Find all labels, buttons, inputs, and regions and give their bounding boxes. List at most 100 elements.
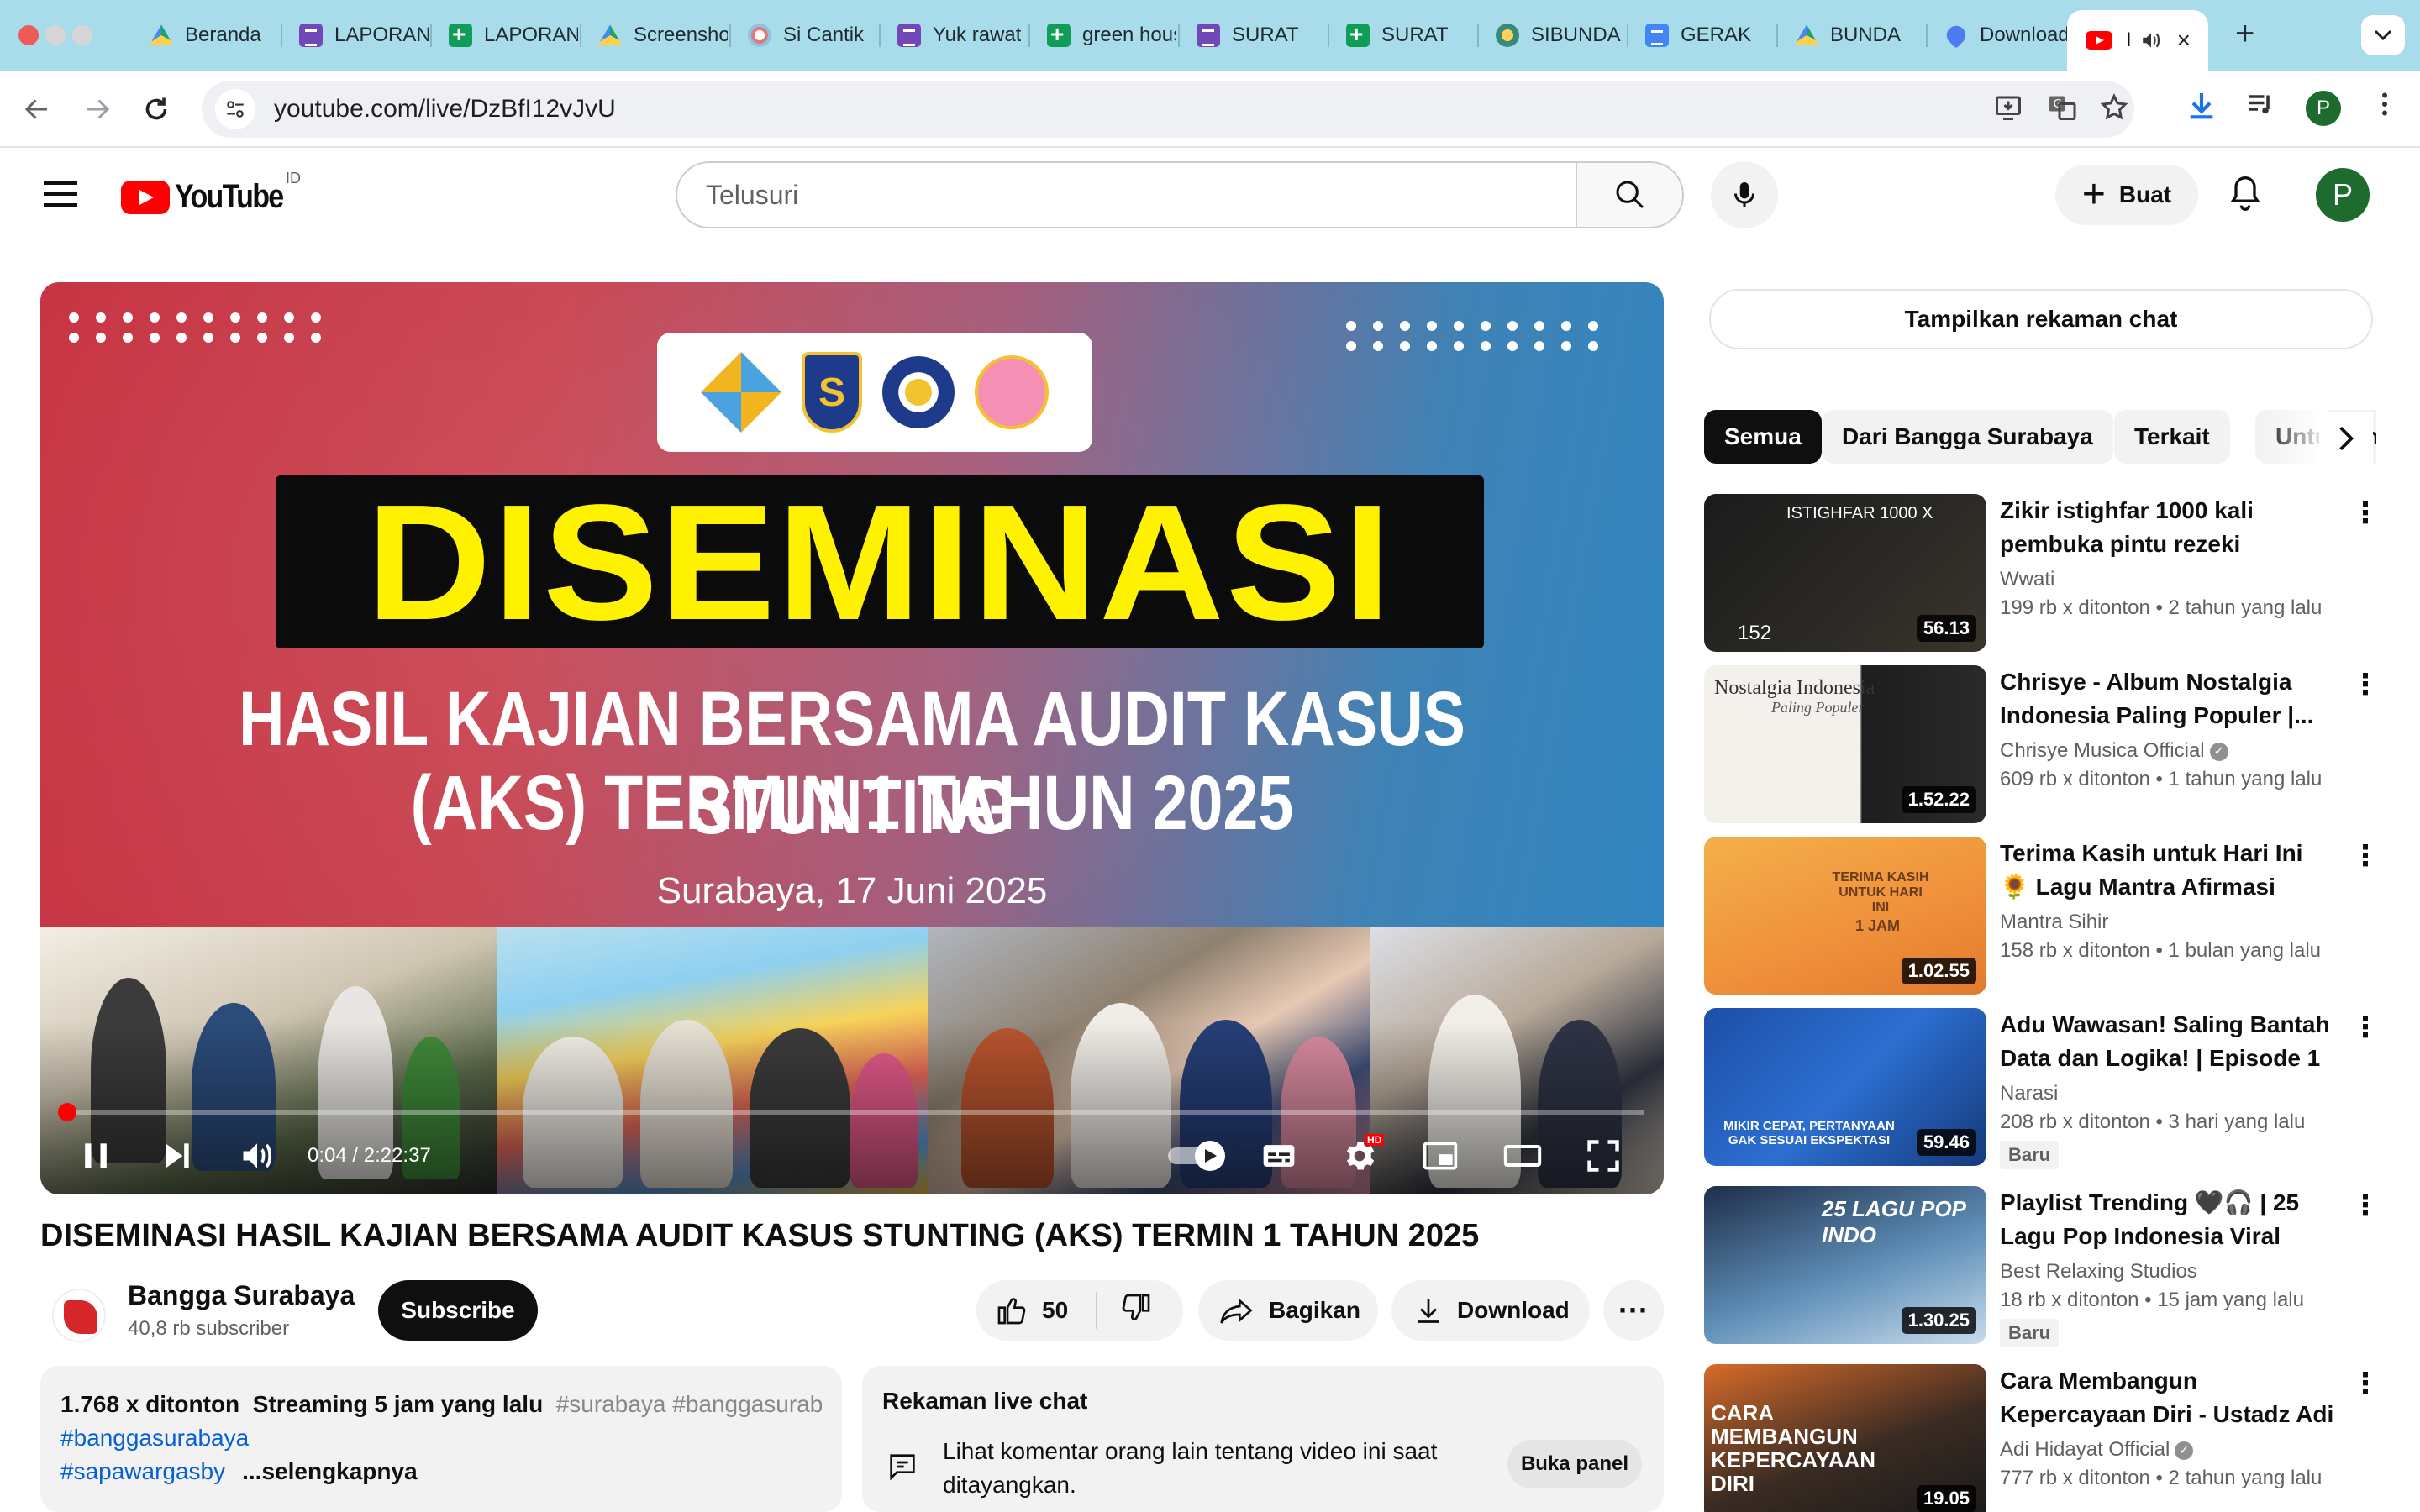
- recommendation-item[interactable]: CARA MEMBANGUN KEPERCAYAAN DIRI 19.05 Cara…: [1704, 1364, 2380, 1512]
- minimize-window-button[interactable]: [45, 25, 66, 45]
- video-thumbnail[interactable]: 25 LAGU POP INDO 1.30.25: [1704, 1186, 1986, 1344]
- hashtag-link[interactable]: #banggasurabaya: [60, 1425, 249, 1451]
- browser-profile-avatar[interactable]: P: [2306, 91, 2341, 126]
- chips-next-button[interactable]: [2319, 412, 2373, 465]
- recommendation-title[interactable]: Adu Wawasan! Saling Bantah Data dan Logi…: [2000, 1008, 2336, 1075]
- browser-tab[interactable]: SURAT: [1180, 15, 1329, 55]
- subtitles-button[interactable]: [1260, 1131, 1297, 1181]
- search-button[interactable]: [1576, 161, 1684, 228]
- bookmark-star-icon[interactable]: [2099, 92, 2129, 123]
- recommendation-title[interactable]: Chrisye - Album Nostalgia Indonesia Pali…: [2000, 665, 2336, 732]
- close-tab-icon[interactable]: ×: [2177, 27, 2191, 54]
- youtube-logo[interactable]: YouTube: [121, 178, 302, 216]
- recommendation-channel[interactable]: Narasi: [2000, 1082, 2058, 1105]
- recommendation-channel[interactable]: Best Relaxing Studios: [2000, 1260, 2197, 1283]
- recommendation-item[interactable]: 25 LAGU POP INDO 1.30.25 Playlist Trending…: [1704, 1186, 2380, 1347]
- browser-tab[interactable]: BUNDA: [1778, 15, 1928, 55]
- recommendation-channel[interactable]: Adi Hidayat Official: [2000, 1438, 2170, 1461]
- browser-menu-icon[interactable]: [2370, 89, 2400, 119]
- filter-chip[interactable]: Dari Bangga Surabaya: [1822, 410, 2113, 464]
- notifications-bell-icon[interactable]: [2227, 173, 2264, 213]
- pause-button[interactable]: [77, 1131, 114, 1181]
- tab-youtube-active[interactable]: I ×: [2067, 10, 2208, 71]
- recommendation-title[interactable]: Cara Membangun Kepercayaan Diri - Ustadz…: [2000, 1364, 2336, 1431]
- recommendation-channel[interactable]: Mantra Sihir: [2000, 911, 2108, 933]
- close-window-button[interactable]: [18, 25, 39, 45]
- more-actions-button[interactable]: ···: [1603, 1280, 1664, 1341]
- recommendation-title[interactable]: Playlist Trending 🖤🎧 | 25 Lagu Pop Indon…: [2000, 1186, 2336, 1253]
- forward-icon[interactable]: [82, 94, 113, 124]
- volume-button[interactable]: [239, 1131, 276, 1181]
- subscribe-button[interactable]: Subscribe: [378, 1280, 538, 1341]
- more-options-icon[interactable]: ⋮: [2351, 499, 2380, 528]
- download-button[interactable]: Download: [1392, 1280, 1590, 1341]
- next-video-button[interactable]: [158, 1131, 195, 1181]
- video-thumbnail[interactable]: CARA MEMBANGUN KEPERCAYAAN DIRI 19.05: [1704, 1364, 1986, 1512]
- browser-tab[interactable]: Screenshot: [581, 15, 731, 55]
- browser-tab[interactable]: green house: [1030, 15, 1180, 55]
- recommendation-title[interactable]: Zikir istighfar 1000 kali pembuka pintu …: [2000, 494, 2336, 561]
- inline-hashtags[interactable]: #surabaya #banggasurabaya: [556, 1391, 822, 1417]
- recommendation-item[interactable]: ISTIGHFAR 1000 X 152 56.13 Zikir istighfar …: [1704, 494, 2380, 652]
- settings-button[interactable]: HD: [1341, 1131, 1385, 1181]
- guide-menu-icon[interactable]: [44, 181, 77, 207]
- miniplayer-button[interactable]: [1422, 1131, 1459, 1181]
- create-button[interactable]: + Buat: [2055, 165, 2198, 225]
- browser-tab[interactable]: Si Cantik: [731, 15, 881, 55]
- recommendation-item[interactable]: TERIMA KASIH UNTUK HARI INI 1 JAM 1.02.55 T…: [1704, 837, 2380, 995]
- browser-tab[interactable]: SIBUNDA: [1479, 15, 1628, 55]
- browser-tab[interactable]: Beranda: [133, 15, 282, 55]
- recommendation-item[interactable]: MIKIR CEPAT, PERTANYAAN GAK SESUAI EKSPE…: [1704, 1008, 2380, 1169]
- more-options-icon[interactable]: ⋮: [2351, 1369, 2380, 1398]
- recommendation-title[interactable]: Terima Kasih untuk Hari Ini 🌻 Lagu Mantr…: [2000, 837, 2336, 904]
- more-options-icon[interactable]: ⋮: [2351, 1191, 2380, 1220]
- theater-mode-button[interactable]: [1502, 1131, 1543, 1181]
- description-box[interactable]: 1.768 x ditonton Streaming 5 jam yang la…: [40, 1366, 842, 1512]
- install-app-icon[interactable]: [1993, 92, 2023, 123]
- voice-search-button[interactable]: [1711, 161, 1778, 228]
- video-player[interactable]: S DISEMINASI HASIL KAJIAN BERSAMA AUDIT …: [40, 282, 1664, 1194]
- more-options-icon[interactable]: ⋮: [2351, 670, 2380, 699]
- address-bar[interactable]: youtube.com/live/DzBfI12vJvU G: [202, 81, 2134, 138]
- channel-avatar[interactable]: [52, 1289, 106, 1342]
- browser-tab[interactable]: SURAT: [1329, 15, 1479, 55]
- speaker-icon[interactable]: [2140, 29, 2162, 51]
- back-icon[interactable]: [22, 94, 52, 124]
- share-button[interactable]: Bagikan: [1198, 1280, 1378, 1341]
- site-info-icon[interactable]: [215, 89, 255, 129]
- autoplay-toggle[interactable]: [1166, 1131, 1227, 1181]
- maximize-window-button[interactable]: [72, 25, 92, 45]
- browser-tab[interactable]: LAPORAN: [282, 15, 432, 55]
- recommendation-item[interactable]: Nostalgia Indonesia Paling Populer 1.52.22…: [1704, 665, 2380, 823]
- dislike-button[interactable]: [1097, 1291, 1153, 1331]
- video-thumbnail[interactable]: MIKIR CEPAT, PERTANYAAN GAK SESUAI EKSPE…: [1704, 1008, 1986, 1166]
- browser-tab[interactable]: Download: [1928, 15, 2077, 55]
- reload-icon[interactable]: [141, 94, 171, 124]
- hashtag-link[interactable]: #sapawargasby: [60, 1458, 225, 1484]
- search-input[interactable]: Telusuri: [676, 161, 1578, 228]
- filter-chip[interactable]: Terkait: [2114, 410, 2230, 464]
- channel-name[interactable]: Bangga Surabaya: [128, 1280, 355, 1311]
- downloads-icon[interactable]: [2185, 89, 2218, 123]
- media-control-icon[interactable]: [2245, 89, 2275, 119]
- like-button[interactable]: 50: [976, 1294, 1096, 1327]
- translate-icon[interactable]: G: [2047, 92, 2077, 123]
- recommendation-channel[interactable]: Chrisye Musica Official: [2000, 739, 2205, 762]
- video-thumbnail[interactable]: Nostalgia Indonesia Paling Populer 1.52.22: [1704, 665, 1986, 823]
- progress-bar[interactable]: [57, 1103, 1644, 1121]
- browser-tab[interactable]: Yuk rawat: [881, 15, 1030, 55]
- show-chat-replay-button[interactable]: Tampilkan rekaman chat: [1709, 289, 2373, 349]
- progress-scrubber[interactable]: [57, 1103, 76, 1121]
- more-options-icon[interactable]: ⋮: [2351, 1013, 2380, 1042]
- filter-chip[interactable]: Semua: [1704, 410, 1822, 464]
- video-thumbnail[interactable]: TERIMA KASIH UNTUK HARI INI 1 JAM 1.02.55: [1704, 837, 1986, 995]
- browser-tab[interactable]: GERAK: [1628, 15, 1778, 55]
- open-panel-button[interactable]: Buka panel: [1507, 1440, 1642, 1488]
- new-tab-button[interactable]: +: [2235, 15, 2254, 53]
- show-more-link[interactable]: ...selengkapnya: [242, 1458, 418, 1484]
- browser-tab[interactable]: LAPORAN: [432, 15, 581, 55]
- more-options-icon[interactable]: ⋮: [2351, 842, 2380, 870]
- recommendation-channel[interactable]: Wwati: [2000, 568, 2054, 591]
- tab-search-button[interactable]: [2361, 15, 2405, 55]
- fullscreen-button[interactable]: [1585, 1131, 1622, 1181]
